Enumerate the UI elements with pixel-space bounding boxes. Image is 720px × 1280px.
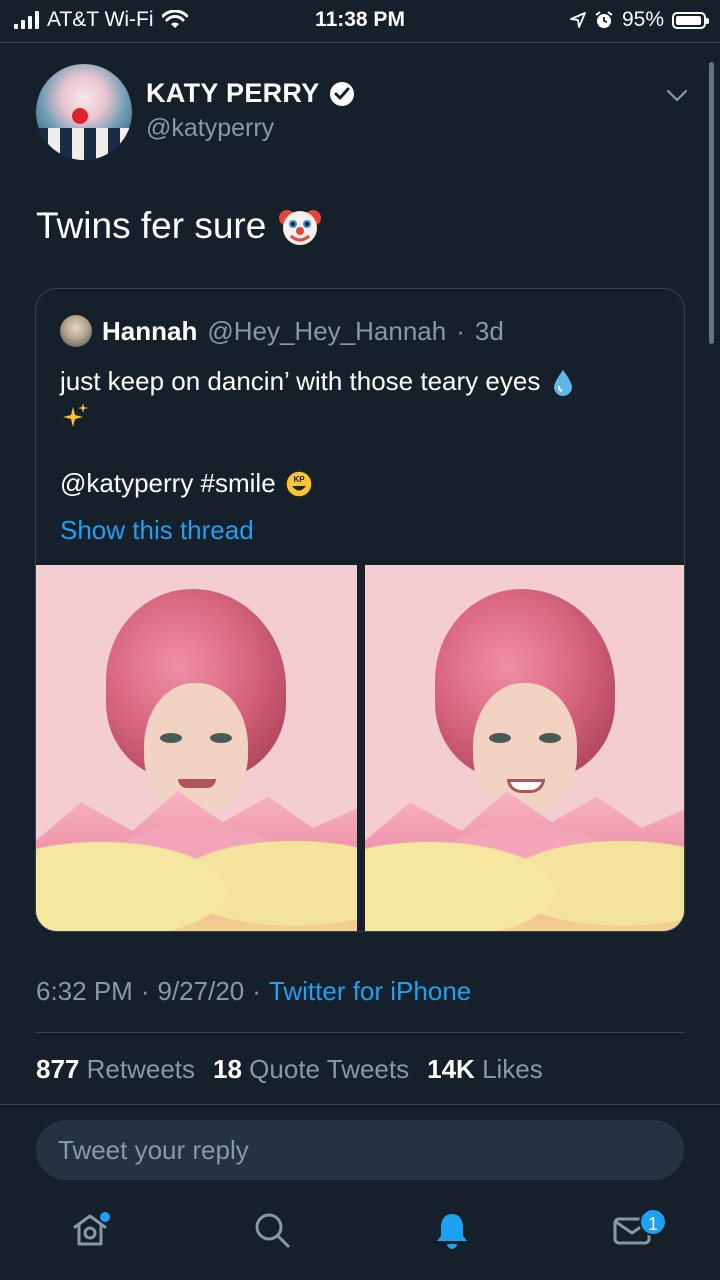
- quoted-line-1: just keep on dancin’ with those teary ey…: [60, 365, 660, 399]
- meta-separator-1: ·: [140, 976, 150, 1006]
- quoted-line-4: @katyperry #smile KP: [60, 467, 660, 501]
- author-avatar[interactable]: [36, 64, 132, 160]
- retweets-label: Retweets: [86, 1054, 196, 1084]
- messages-badge: 1: [639, 1208, 667, 1236]
- tweet-time: 6:32 PM: [36, 976, 133, 1006]
- likes-count: 14K: [427, 1054, 475, 1084]
- tweet-date: 9/27/20: [157, 976, 245, 1006]
- photo-1-mouth: [178, 779, 216, 788]
- media-photo-2[interactable]: [365, 565, 684, 931]
- quoted-author-avatar: [60, 315, 92, 347]
- photo-2-left-eye: [489, 733, 511, 743]
- meta-divider: [36, 1032, 684, 1033]
- photo-1-face: [144, 683, 248, 815]
- meta-separator-2: ·: [252, 976, 261, 1006]
- svg-text:KP: KP: [293, 475, 305, 484]
- header-divider: [0, 42, 720, 43]
- battery-icon: [672, 11, 709, 29]
- likes-stat[interactable]: 14K Likes: [427, 1054, 543, 1085]
- tweet-source-link[interactable]: Twitter for iPhone: [269, 976, 471, 1007]
- quotes-count: 18: [213, 1054, 242, 1084]
- quotes-label: Quote Tweets: [249, 1054, 410, 1084]
- quoted-line-1-text: just keep on dancin’ with those teary ey…: [60, 366, 541, 397]
- alarm-icon: [595, 11, 613, 28]
- droplet-emoji-icon: [554, 370, 573, 396]
- clown-face-emoji-icon: [279, 210, 322, 245]
- likes-label: Likes: [482, 1054, 543, 1084]
- reply-input[interactable]: Tweet your reply: [36, 1120, 684, 1180]
- photo-1-right-eye: [210, 733, 232, 743]
- tweet-text-content: Twins fer sure: [36, 205, 267, 246]
- stats-divider: [0, 1104, 720, 1105]
- quoted-author-handle: @Hey_Hey_Hannah: [207, 315, 447, 346]
- sparkles-emoji-icon: [63, 403, 88, 427]
- home-notification-dot: [100, 1212, 110, 1222]
- author-name[interactable]: KATY PERRY: [146, 78, 320, 109]
- photo-1-ruffle: [36, 791, 357, 931]
- retweets-stat[interactable]: 877 Retweets: [36, 1054, 195, 1085]
- location-arrow-icon: [570, 12, 586, 28]
- tweet-stats: 877 Retweets 18 Quote Tweets 14K Likes: [36, 1054, 543, 1085]
- quoted-tweet-age: 3d: [474, 315, 504, 346]
- verified-badge-icon: [329, 81, 354, 106]
- search-icon[interactable]: [252, 1210, 292, 1250]
- retweets-count: 877: [36, 1054, 80, 1084]
- quoted-line-2: [60, 399, 660, 433]
- quoted-tweet-header: Hannah @Hey_Hey_Hannah · 3d: [60, 315, 504, 347]
- author-handle[interactable]: @katyperry: [146, 114, 274, 143]
- scrollbar[interactable]: [709, 62, 714, 344]
- quoted-separator: ·: [456, 315, 465, 346]
- reply-placeholder: Tweet your reply: [58, 1134, 249, 1165]
- kp-smile-hashflag-icon: KP: [284, 470, 313, 498]
- status-bar: AT&T Wi-Fi 11:38 PM 95%: [0, 0, 720, 40]
- media-photo-1[interactable]: [36, 565, 357, 931]
- tweet-meta: 6:32 PM · 9/27/20 · Twitter for iPhone: [36, 976, 471, 1007]
- photo-2-right-eye: [539, 733, 561, 743]
- status-right: 95%: [570, 8, 709, 32]
- quoted-tweet-card[interactable]: Hannah @Hey_Hey_Hannah · 3d just keep on…: [35, 288, 685, 932]
- chevron-down-icon[interactable]: [664, 82, 690, 108]
- quoted-tweet-text: just keep on dancin’ with those teary ey…: [60, 365, 660, 501]
- quoted-author-name: Hannah: [102, 315, 198, 346]
- author-name-row[interactable]: KATY PERRY: [146, 78, 356, 109]
- quoted-mention-hashtag[interactable]: @katyperry #smile: [60, 468, 276, 500]
- notifications-icon[interactable]: [432, 1210, 472, 1250]
- show-thread-link[interactable]: Show this thread: [60, 515, 254, 546]
- tweet-text: Twins fer sure: [36, 204, 322, 248]
- avatar-striped-collar: [36, 128, 132, 160]
- photo-2-ruffle: [365, 791, 684, 931]
- avatar-clown-nose: [72, 108, 88, 124]
- photo-1-left-eye: [160, 733, 182, 743]
- quote-tweets-stat[interactable]: 18 Quote Tweets: [213, 1054, 409, 1085]
- battery-percent: 95%: [621, 8, 664, 31]
- photo-2-face: [473, 683, 577, 815]
- quoted-blank-line: [60, 433, 660, 467]
- quoted-media[interactable]: [36, 565, 684, 931]
